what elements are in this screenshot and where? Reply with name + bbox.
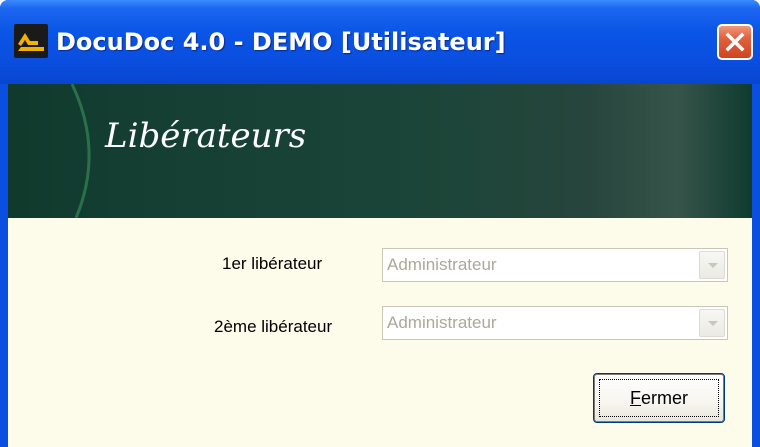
second-approver-select[interactable]: Administrateur bbox=[382, 306, 728, 340]
button-label-rest: ermer bbox=[640, 388, 688, 408]
close-dialog-button-label: Fermer bbox=[594, 374, 724, 422]
window-title: DocuDoc 4.0 - DEMO [Utilisateur] bbox=[56, 28, 506, 56]
close-button[interactable] bbox=[717, 24, 753, 60]
close-dialog-button[interactable]: Fermer bbox=[593, 373, 725, 423]
dialog-window: DocuDoc 4.0 - DEMO [Utilisateur] Libérat… bbox=[0, 0, 760, 447]
title-bar[interactable]: DocuDoc 4.0 - DEMO [Utilisateur] bbox=[0, 0, 760, 84]
window-border-right bbox=[752, 84, 760, 447]
second-approver-dropdown-button[interactable] bbox=[699, 309, 725, 337]
first-approver-value: Administrateur bbox=[387, 255, 497, 274]
chevron-down-icon bbox=[708, 263, 718, 268]
second-approver-label: 2ème libérateur bbox=[214, 317, 333, 336]
header-banner: Libérateurs bbox=[8, 84, 752, 218]
window-border-left bbox=[0, 84, 8, 447]
first-approver-label: 1er libérateur bbox=[222, 254, 323, 273]
page-title: Libérateurs bbox=[105, 116, 307, 156]
first-approver-dropdown-button[interactable] bbox=[699, 251, 725, 279]
first-approver-select[interactable]: Administrateur bbox=[382, 248, 728, 282]
app-logo-icon bbox=[14, 24, 48, 58]
button-mnemonic: F bbox=[629, 388, 641, 408]
close-icon bbox=[725, 32, 745, 52]
dialog-content: Libérateurs 1er libérateur Administrateu… bbox=[8, 84, 752, 447]
second-approver-value: Administrateur bbox=[387, 313, 497, 332]
chevron-down-icon bbox=[708, 321, 718, 326]
